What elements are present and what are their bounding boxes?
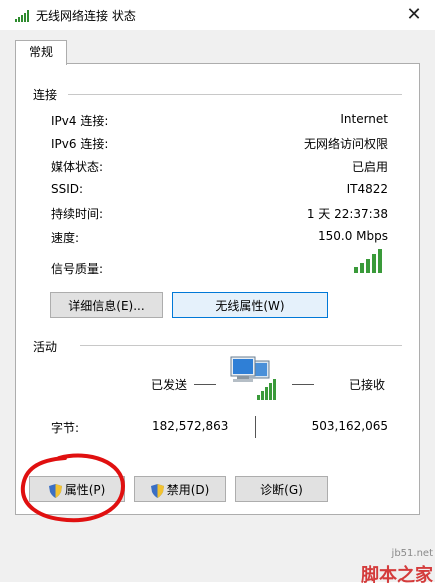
watermark-url: jb51.net — [391, 548, 433, 559]
red-circle-annotation — [20, 453, 126, 523]
speed-label: 速度: — [51, 231, 80, 245]
bytes-divider — [255, 416, 256, 438]
ipv4-value: Internet — [340, 112, 388, 126]
wifi-signal-icon — [15, 10, 29, 22]
duration-value: 1 天 22:37:38 — [306, 207, 388, 221]
window-title: 无线网络连接 状态 — [36, 9, 136, 23]
activity-header: 活动 — [33, 340, 58, 354]
watermark-logo: 脚本之家 — [361, 565, 433, 586]
media-state-value: 已启用 — [351, 160, 388, 174]
close-button[interactable]: ✕ — [403, 4, 425, 26]
network-computers-icon — [230, 356, 276, 400]
diagnose-button[interactable]: 诊断(G) — [235, 476, 328, 502]
uac-shield-icon — [150, 483, 164, 498]
bytes-label: 字节: — [51, 421, 80, 435]
tab-general[interactable]: 常规 — [15, 40, 67, 65]
close-icon: ✕ — [406, 4, 422, 25]
signal-quality-icon — [354, 249, 382, 273]
ipv6-value: 无网络访问权限 — [303, 137, 388, 151]
details-button[interactable]: 详细信息(E)... — [50, 292, 163, 318]
speed-value: 150.0 Mbps — [317, 229, 388, 243]
duration-label: 持续时间: — [51, 207, 104, 221]
received-label: 已接收 — [349, 378, 386, 392]
tab-panel: 连接 IPv4 连接: Internet IPv6 连接: 无网络访问权限 媒体… — [15, 63, 420, 515]
sent-line — [194, 384, 216, 385]
ipv4-label: IPv4 连接: — [51, 114, 109, 128]
connection-header: 连接 — [33, 88, 58, 102]
media-state-label: 媒体状态: — [51, 160, 104, 174]
wireless-properties-button[interactable]: 无线属性(W) — [172, 292, 328, 318]
bytes-sent-value: 182,572,863 — [152, 419, 229, 433]
ipv6-label: IPv6 连接: — [51, 137, 109, 151]
status-window: 无线网络连接 状态 ✕ 常规 连接 IPv4 连接: Internet IPv6… — [0, 0, 435, 586]
connection-divider — [68, 94, 402, 95]
title-bar: 无线网络连接 状态 ✕ — [0, 0, 435, 30]
disable-label: 禁用(D) — [166, 483, 210, 497]
sent-label: 已发送 — [151, 378, 188, 392]
ssid-label: SSID: — [51, 182, 84, 196]
bytes-received-value: 503,162,065 — [311, 419, 388, 433]
disable-button[interactable]: 禁用(D) — [134, 476, 226, 502]
ssid-value: IT4822 — [346, 182, 388, 196]
received-line — [292, 384, 314, 385]
activity-divider — [80, 345, 402, 346]
signal-quality-label: 信号质量: — [51, 262, 104, 276]
